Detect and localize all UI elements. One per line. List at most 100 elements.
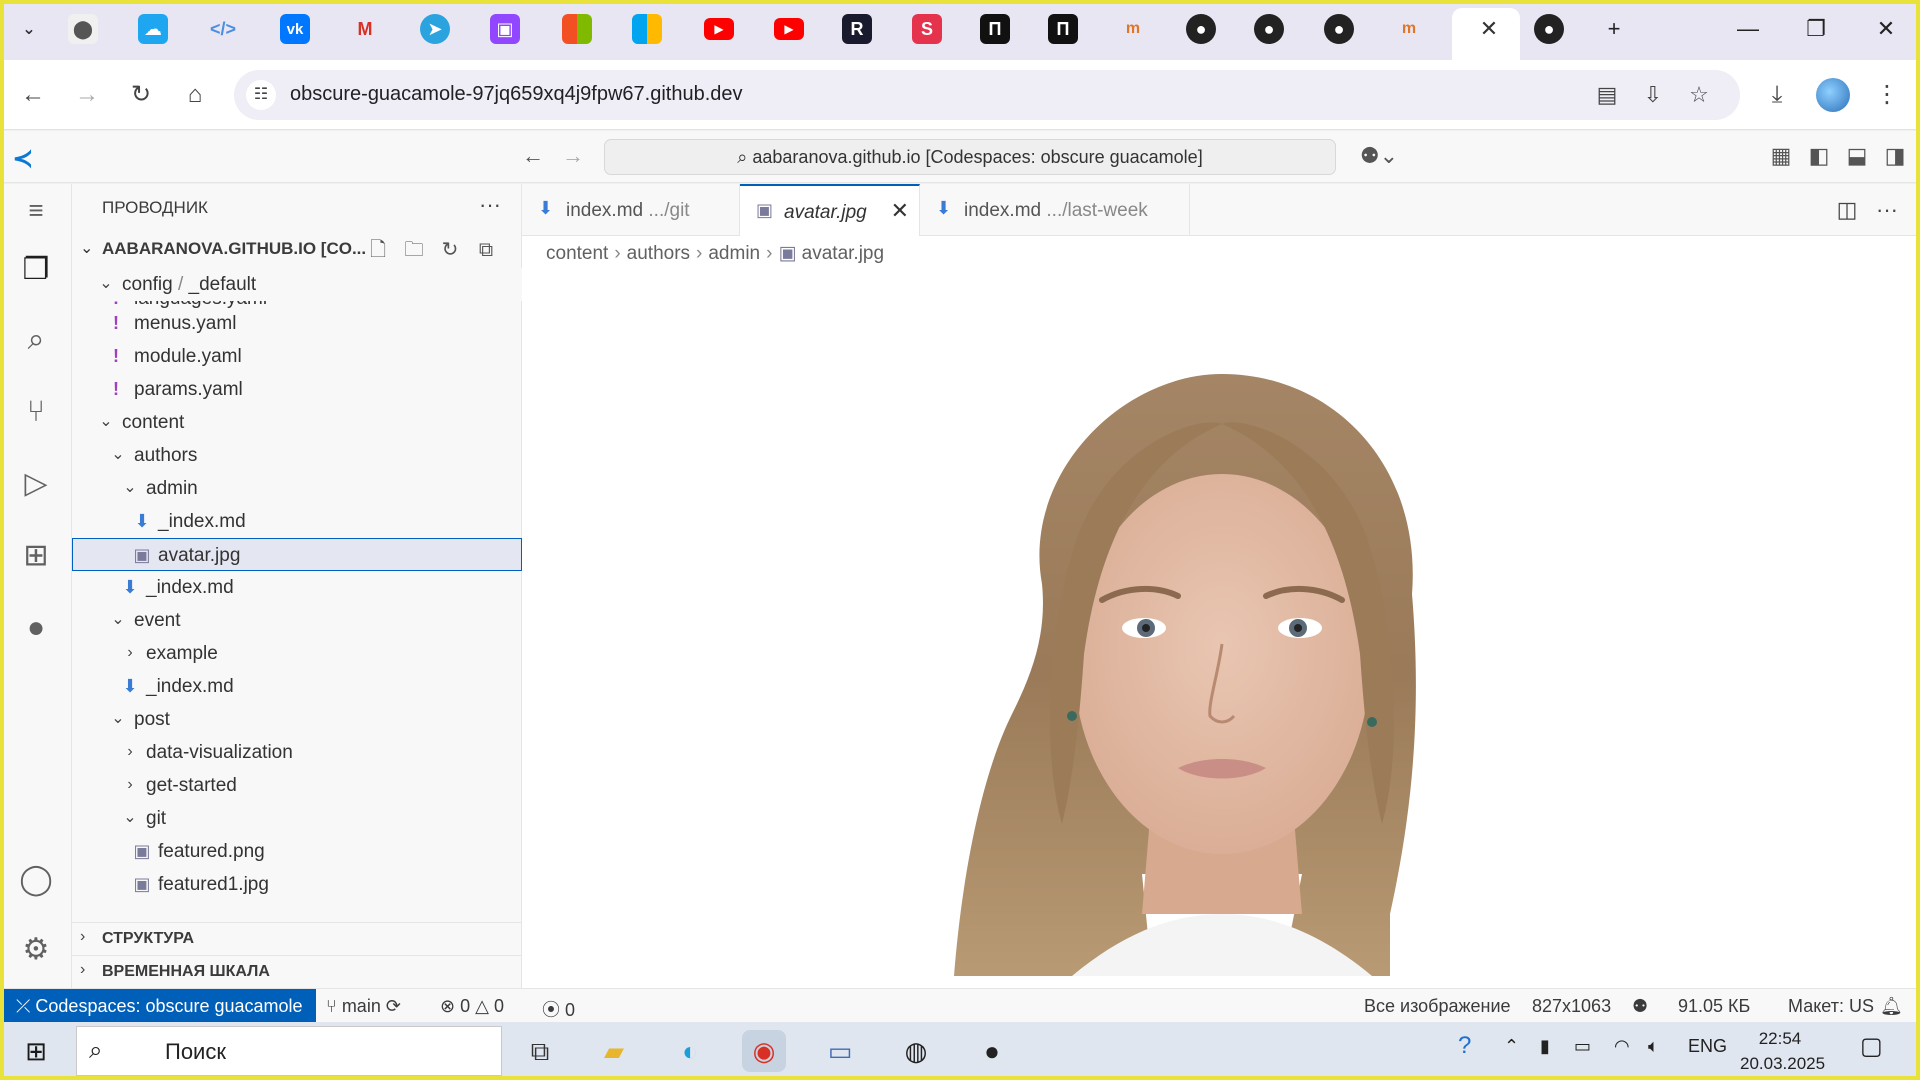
maximize-button[interactable]: ❐	[1796, 14, 1836, 44]
tree-file-module[interactable]: ! module.yaml	[72, 340, 522, 373]
tab-index-md-git[interactable]: ⬇ index.md .../git	[522, 184, 740, 236]
copilot-icon[interactable]: ⚉⌄	[1354, 141, 1404, 171]
tab-twitch-icon[interactable]: ▣	[490, 14, 520, 44]
collapse-all-icon[interactable]: ⧉	[472, 237, 500, 263]
tab-github3-icon[interactable]: ●	[1324, 14, 1354, 44]
task-view-icon[interactable]: ⧉	[518, 1030, 562, 1072]
tree-folder-config[interactable]: ⌄ config / _default	[72, 268, 522, 301]
tab-youtube2-icon[interactable]: ▶	[774, 18, 804, 40]
close-icon[interactable]: ✕	[891, 198, 909, 224]
taskbar-clock[interactable]: 22:54 20.03.2025	[1740, 1026, 1825, 1076]
toggle-sidebar-icon[interactable]: ◧	[1804, 141, 1834, 171]
tab-code-icon[interactable]: </>	[208, 14, 238, 44]
chrome-icon[interactable]: ◉	[742, 1030, 786, 1072]
windows-start-icon[interactable]: ⊞	[14, 1030, 58, 1072]
tree-file-event-index[interactable]: ⬇ _index.md	[72, 670, 522, 703]
command-center[interactable]: ⌕ aabaranova.github.io [Codespaces: obsc…	[604, 139, 1336, 175]
chrome-menu-icon[interactable]: ⋮	[1870, 78, 1904, 112]
breadcrumb-file[interactable]: avatar.jpg	[802, 243, 884, 264]
problems-indicator[interactable]: ⊗ 0 △ 0	[440, 996, 504, 1017]
more-actions-icon[interactable]: ···	[479, 192, 501, 218]
profile-avatar[interactable]	[1816, 78, 1850, 112]
tree-file-menus[interactable]: ! menus.yaml	[72, 307, 522, 340]
battery-icon[interactable]: ▭	[1574, 1036, 1591, 1057]
tab-microsoft-icon[interactable]	[562, 14, 592, 44]
input-language[interactable]: ENG	[1688, 1036, 1727, 1057]
image-zoom-status[interactable]: Все изображение	[1364, 996, 1511, 1017]
tab-index-md-last-week[interactable]: ⬇ index.md .../last-week	[920, 184, 1190, 236]
site-info-icon[interactable]: ☷	[246, 80, 276, 110]
url-text[interactable]: obscure-guacamole-97jq659xq4j9fpw67.gith…	[290, 83, 743, 106]
outline-section-header[interactable]: › СТРУКТУРА	[72, 922, 522, 955]
address-bar[interactable]: ☷ obscure-guacamole-97jq659xq4j9fpw67.gi…	[234, 70, 1740, 120]
close-window-button[interactable]: ✕	[1866, 14, 1906, 44]
image-preview[interactable]	[952, 354, 1490, 976]
toggle-secondary-sidebar-icon[interactable]: ◨	[1880, 141, 1910, 171]
tray-chevron-icon[interactable]: ⌃	[1504, 1036, 1519, 1057]
tree-folder-example[interactable]: › example	[72, 637, 522, 670]
keyboard-layout[interactable]: Макет: US	[1788, 996, 1874, 1017]
breadcrumb-content[interactable]: content	[546, 243, 608, 264]
refresh-icon[interactable]: ↻	[436, 237, 464, 263]
tree-folder-git[interactable]: ⌄ git	[72, 802, 522, 835]
nav-forward-icon[interactable]: →	[558, 141, 588, 171]
editor-more-actions-icon[interactable]: ···	[1872, 196, 1902, 224]
tree-file-avatar[interactable]: ▣ avatar.jpg	[72, 538, 522, 571]
copilot-status-icon[interactable]: ⚉	[1632, 996, 1648, 1017]
tab-avatar-jpg[interactable]: ▣ avatar.jpg ✕	[740, 184, 920, 236]
tree-file-featured-png[interactable]: ▣ featured.png	[72, 835, 522, 868]
new-tab-button[interactable]: +	[1594, 14, 1634, 44]
tree-folder-data-visualization[interactable]: › data-visualization	[72, 736, 522, 769]
tree-folder-post[interactable]: ⌄ post	[72, 703, 522, 736]
vscode-logo-icon[interactable]: ≺	[12, 143, 42, 173]
home-icon[interactable]: ⌂	[178, 78, 212, 112]
tree-file-featured1-jpg[interactable]: ▣ featured1.jpg	[72, 868, 522, 901]
wifi-icon[interactable]: ◠	[1614, 1036, 1630, 1057]
microphone-icon[interactable]: ▮	[1540, 1036, 1550, 1057]
tree-file-authors-index[interactable]: ⬇ _index.md	[72, 571, 522, 604]
install-app-icon[interactable]: ⇩	[1638, 80, 1668, 110]
tab-r-icon[interactable]: R	[842, 14, 872, 44]
customize-layout-icon[interactable]: ▦	[1766, 141, 1796, 171]
app-window-icon[interactable]: ▭	[818, 1030, 862, 1072]
search-icon[interactable]: ⌕	[16, 320, 56, 360]
tab-p-icon[interactable]: П	[980, 14, 1010, 44]
tree-folder-content[interactable]: ⌄ content	[72, 406, 522, 439]
back-icon[interactable]: ←	[16, 78, 50, 112]
run-debug-icon[interactable]: ▷	[16, 464, 56, 504]
forward-icon[interactable]: →	[70, 78, 104, 112]
tab-p2-icon[interactable]: П	[1048, 14, 1078, 44]
tab-github2-icon[interactable]: ●	[1254, 14, 1284, 44]
split-editor-icon[interactable]: ◫	[1832, 196, 1862, 224]
clipboard-icon[interactable]: ▤	[1592, 80, 1622, 110]
bookmark-star-icon[interactable]: ☆	[1684, 80, 1714, 110]
remote-indicator[interactable]: ⤫ Codespaces: obscure guacamole	[4, 989, 316, 1023]
app-dark-icon[interactable]: ●	[970, 1030, 1014, 1072]
tab-telegram-icon[interactable]: ➤	[420, 14, 450, 44]
tree-folder-get-started[interactable]: › get-started	[72, 769, 522, 802]
obs-icon[interactable]: ◍	[894, 1030, 938, 1072]
file-explorer-icon[interactable]: ▰	[592, 1030, 636, 1072]
menu-icon[interactable]: ≡	[16, 190, 56, 230]
tree-file-params[interactable]: ! params.yaml	[72, 373, 522, 406]
breadcrumb-authors[interactable]: authors	[627, 243, 690, 264]
help-icon[interactable]: ?	[1458, 1032, 1471, 1060]
notification-center-icon[interactable]: ▢	[1860, 1032, 1883, 1061]
explorer-icon[interactable]: ❐	[16, 250, 56, 290]
breadcrumb-admin[interactable]: admin	[708, 243, 760, 264]
reload-icon[interactable]: ↻	[124, 78, 158, 112]
accounts-icon[interactable]: ◯	[16, 860, 56, 900]
tab-s-icon[interactable]: S	[912, 14, 942, 44]
tab-youtube-icon[interactable]: ▶	[704, 18, 734, 40]
new-folder-icon[interactable]: 🗀	[400, 237, 428, 263]
notifications-bell-icon[interactable]: 🔔︎	[1880, 996, 1903, 1017]
tab-microsoft2-icon[interactable]	[632, 14, 662, 44]
minimize-button[interactable]: —	[1728, 14, 1768, 44]
tab-vk-icon[interactable]: vk	[280, 14, 310, 44]
edge-icon[interactable]: ◐	[668, 1030, 712, 1072]
ports-indicator[interactable]: ⦿ 0	[542, 996, 575, 1022]
tree-folder-admin[interactable]: ⌄ admin	[72, 472, 522, 505]
download-icon[interactable]: ⤓	[1760, 78, 1794, 112]
volume-icon[interactable]: 🔈︎	[1648, 1036, 1659, 1057]
source-control-icon[interactable]: ⑂	[16, 392, 56, 432]
